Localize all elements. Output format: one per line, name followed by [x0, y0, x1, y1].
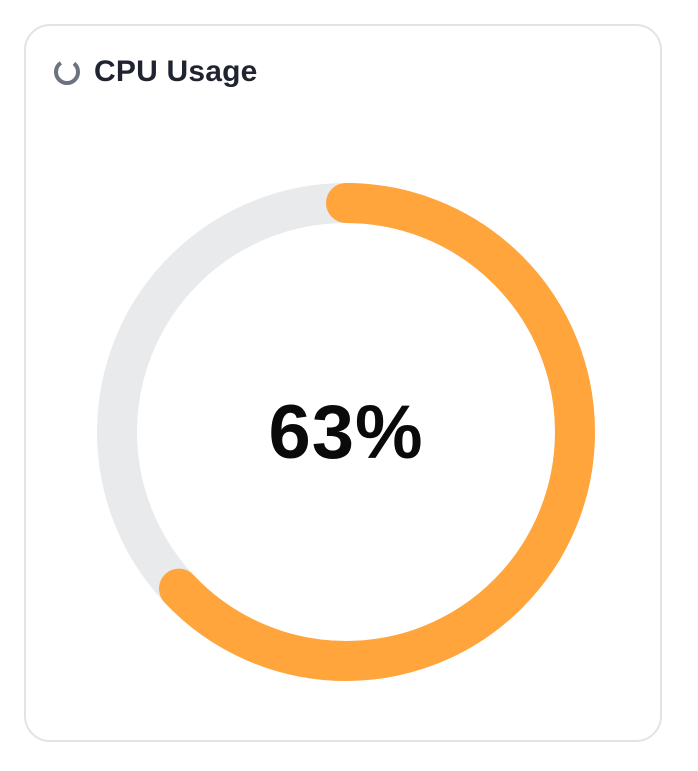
card-title: CPU Usage: [94, 55, 258, 88]
cpu-gauge: 63%: [96, 182, 596, 682]
gauge-value: 63%: [268, 389, 424, 475]
circle-notch-icon: [54, 59, 80, 85]
card-header: CPU Usage: [52, 52, 258, 92]
cpu-usage-card: CPU Usage 63%: [24, 24, 662, 742]
